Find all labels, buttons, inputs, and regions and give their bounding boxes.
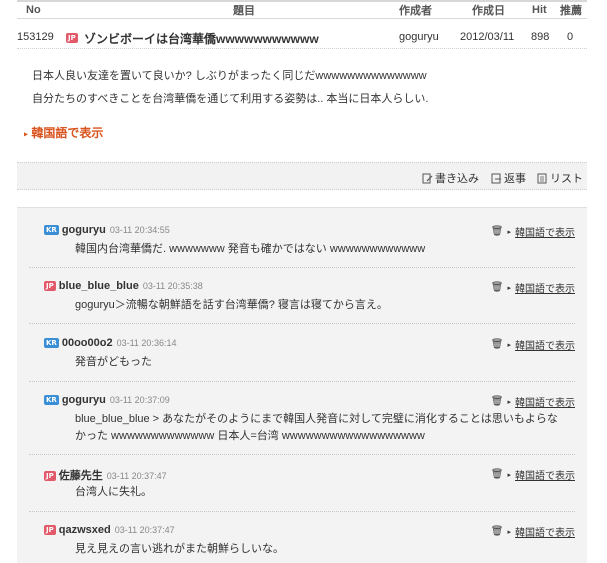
triangle-right-icon: ▸ (507, 398, 511, 406)
triangle-right-icon: ▸ (24, 129, 29, 139)
comment-tools: 🗑 ▸ 韓国語で表示 (491, 467, 575, 482)
korean-display-link[interactable]: ▸ 韓国語で表示 (24, 124, 103, 141)
kr-flag-icon: KR (44, 225, 59, 236)
comment-author[interactable]: goguryu (62, 224, 106, 236)
pencil-icon (422, 173, 433, 183)
write-button[interactable]: 書き込み (422, 170, 479, 186)
korean-display-link[interactable]: 韓国語で表示 (515, 524, 575, 539)
reply-label: 返事 (504, 173, 526, 185)
post-author[interactable]: goguryu (399, 31, 439, 43)
trash-icon[interactable]: 🗑 (491, 469, 504, 480)
trash-icon[interactable]: 🗑 (491, 339, 504, 350)
comment-list: KR goguryu 03-11 20:34:55 🗑 ▸ 韓国語で表示 韓国内台湾… (17, 207, 587, 563)
trash-icon[interactable]: 🗑 (491, 526, 504, 537)
korean-display-link[interactable]: 韓国語で表示 (515, 337, 575, 352)
triangle-right-icon: ▸ (507, 284, 511, 292)
comment-text: 発音がどもった (75, 356, 152, 368)
jp-flag-icon: JP (44, 281, 56, 292)
comment-header: JP qazwsxed 03-11 20:37:47 (44, 524, 175, 536)
korean-display-link[interactable]: 韓国語で表示 (515, 394, 575, 409)
list-label: リスト (550, 173, 583, 185)
trash-icon[interactable]: 🗑 (491, 282, 504, 293)
comment-divider (29, 323, 575, 324)
comment-text: 台湾人に失礼。 (75, 486, 152, 498)
post-row: 153129 JP ゾンビボーイは台湾華僑wwwwwwwwwww goguryu… (17, 27, 587, 49)
kr-flag-icon: KR (44, 338, 59, 349)
comment-time: 03-11 20:36:14 (116, 338, 177, 348)
post-title[interactable]: ゾンビボーイは台湾華僑wwwwwwwwwww (84, 30, 319, 47)
comment-time: 03-11 20:37:47 (106, 471, 167, 481)
trash-icon[interactable]: 🗑 (491, 396, 504, 407)
comment-author[interactable]: blue_blue_blue (59, 280, 139, 292)
jp-flag-icon: JP (44, 525, 56, 536)
korean-display-link[interactable]: 韓国語で表示 (515, 224, 575, 239)
comment-divider (29, 267, 575, 268)
jp-flag-icon: JP (44, 471, 56, 482)
comment-text-line-1: blue_blue_blue > あなたがそのようにまで韓国人発音に対して完璧に… (75, 413, 558, 425)
list-button[interactable]: リスト (537, 170, 583, 186)
post-body-line-2: 自分たちのすべきことを台湾華僑を通じて利用する姿勢は.. 本当に日本人らしい. (32, 93, 429, 105)
triangle-right-icon: ▸ (507, 528, 511, 536)
reply-icon (491, 173, 501, 183)
comment-tools: 🗑 ▸ 韓国語で表示 (491, 337, 575, 352)
comment-tools: 🗑 ▸ 韓国語で表示 (491, 224, 575, 239)
triangle-right-icon: ▸ (507, 471, 511, 479)
jp-flag-icon: JP (66, 33, 78, 44)
korean-display-link[interactable]: 韓国語で表示 (515, 467, 575, 482)
comment-text: 見え見えの言い逃れがまた朝鮮らしいな。 (75, 543, 284, 555)
comment-tools: 🗑 ▸ 韓国語で表示 (491, 394, 575, 409)
header-author: 作成者 (399, 5, 432, 17)
comment-author[interactable]: 00oo00o2 (62, 337, 113, 349)
comment-header: JP 佐藤先生 03-11 20:37:47 (44, 467, 167, 483)
comment-time: 03-11 20:37:09 (109, 395, 170, 405)
comment-tools: 🗑 ▸ 韓国語で表示 (491, 280, 575, 295)
post-recommend: 0 (567, 31, 574, 43)
comment-time: 03-11 20:35:38 (142, 281, 203, 291)
post-no: 153129 (17, 31, 54, 43)
table-header: No 題目 作成者 作成日 Hit 推薦 (17, 0, 587, 19)
comment-header: JP blue_blue_blue 03-11 20:35:38 (44, 280, 203, 292)
comment-divider (29, 454, 575, 455)
korean-display-label: 韓国語で表示 (31, 126, 104, 140)
kr-flag-icon: KR (44, 395, 59, 406)
write-label: 書き込み (435, 173, 479, 185)
post-hit: 898 (531, 31, 550, 43)
comment-divider (29, 511, 575, 512)
comment-author[interactable]: goguryu (62, 394, 106, 406)
triangle-right-icon: ▸ (507, 341, 511, 349)
header-date: 作成日 (472, 5, 505, 17)
comment-header: KR goguryu 03-11 20:34:55 (44, 224, 170, 236)
comment-header: KR 00oo00o2 03-11 20:36:14 (44, 337, 176, 349)
comment-time: 03-11 20:37:47 (114, 525, 175, 535)
korean-display-link[interactable]: 韓国語で表示 (515, 280, 575, 295)
comment-text: 韓国内台湾華僑だ. wwwwwww 発音も確かではない wwwwwwwwwwww (75, 243, 426, 255)
comment-author[interactable]: 佐藤先生 (59, 470, 103, 482)
comment-time: 03-11 20:34:55 (109, 225, 170, 235)
post-date: 2012/03/11 (460, 31, 515, 43)
comment-divider (29, 381, 575, 382)
post-toolbar: 書き込み 返事 リスト (17, 162, 587, 190)
header-title: 題目 (233, 5, 255, 17)
comment-text-line-2: かった wwwwwwwwwwwww 日本人=台湾 wwwwwwwwwwwwwww… (75, 430, 425, 442)
post-body-line-1: 日本人良い友達を置いて良いか? しぶりがまったく同じだwwwwwwwwwwwww… (32, 70, 427, 82)
comment-author[interactable]: qazwsxed (59, 524, 111, 536)
header-no: No (26, 4, 41, 16)
comment-tools: 🗑 ▸ 韓国語で表示 (491, 524, 575, 539)
list-icon (537, 173, 547, 183)
trash-icon[interactable]: 🗑 (491, 226, 504, 237)
comment-text: goguryu＞流暢な朝鮮語を話す台湾華僑? 寝言は寝てから言え。 (75, 299, 388, 311)
reply-button[interactable]: 返事 (491, 170, 526, 186)
header-hit: Hit (532, 4, 547, 16)
triangle-right-icon: ▸ (507, 228, 511, 236)
comment-header: KR goguryu 03-11 20:37:09 (44, 394, 170, 406)
header-recommend: 推薦 (560, 5, 582, 17)
